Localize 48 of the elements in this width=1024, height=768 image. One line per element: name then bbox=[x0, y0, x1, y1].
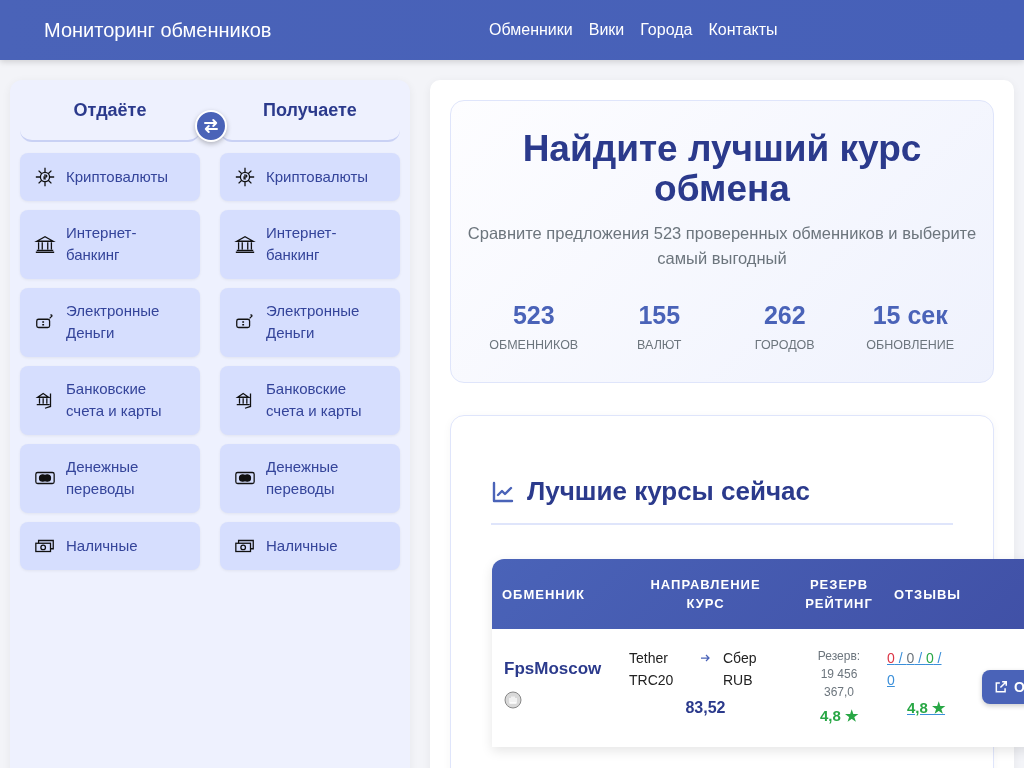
nav-link[interactable]: Контакты bbox=[708, 21, 778, 39]
stat-label: ГОРОДОВ bbox=[753, 338, 816, 352]
category-button[interactable]: Электронные Деньги bbox=[220, 288, 400, 357]
exchange-rate: 83,52 bbox=[684, 699, 727, 717]
reviews-link[interactable]: 0 / 0 / 0 / 0 bbox=[887, 647, 947, 691]
to-currency: Сбер RUB bbox=[723, 649, 758, 690]
column-header: РЕЗЕРВ РЕЙТИНГ bbox=[804, 576, 874, 613]
category-button[interactable]: Денежные переводы bbox=[220, 444, 400, 513]
hero-subtitle: Сравните предложения 523 проверенных обменников и выберите самый выгодный bbox=[466, 223, 978, 269]
category-button[interactable]: Криптовалюты bbox=[20, 153, 200, 201]
stat-value: 155 bbox=[637, 301, 682, 330]
stat-label: ВАЛЮТ bbox=[636, 338, 683, 352]
category-button[interactable]: Наличные bbox=[220, 522, 400, 570]
nav-link[interactable]: Города bbox=[640, 21, 693, 39]
stat-value: 15 сек bbox=[871, 301, 949, 330]
line-chart-icon bbox=[491, 479, 515, 504]
nav-link[interactable]: Вики bbox=[588, 21, 625, 39]
nav-link[interactable]: Обменники bbox=[489, 21, 573, 39]
stat-value: 523 bbox=[511, 301, 556, 330]
rating: 4,8 ★ bbox=[819, 707, 859, 725]
category-button[interactable]: Банковские счета и карты bbox=[220, 366, 400, 435]
swap-icon bbox=[202, 117, 220, 135]
from-currency: Tether TRC20 bbox=[629, 649, 675, 690]
stat-value: 262 bbox=[762, 301, 807, 330]
category-button[interactable]: Криптовалюты bbox=[220, 153, 400, 201]
section-title: Лучшие курсы сейчас bbox=[527, 476, 810, 507]
swap-button[interactable] bbox=[195, 110, 227, 142]
stat-label: ОБНОВЛЕНИЕ bbox=[865, 338, 956, 352]
hero-title: Найдите лучший курс обмена bbox=[521, 129, 923, 209]
arrow-right-icon bbox=[699, 652, 711, 664]
category-button[interactable]: Наличные bbox=[20, 522, 200, 570]
column-header: ОБМЕННИК bbox=[501, 585, 586, 604]
reserve-label: Резерв: bbox=[816, 648, 862, 665]
category-button[interactable]: Денежные переводы bbox=[20, 444, 200, 513]
bank-icon bbox=[234, 233, 256, 255]
column-header: НАПРАВЛЕНИЕ КУРС bbox=[649, 576, 762, 613]
category-button[interactable]: Интернет-банкинг bbox=[220, 210, 400, 279]
exchanger-name: FpsMoscow bbox=[504, 659, 603, 679]
site-title: Мониторинг обменников bbox=[44, 18, 273, 42]
category-button[interactable]: Интернет-банкинг bbox=[20, 210, 200, 279]
reserve-amount: 19 456 367,0 bbox=[819, 666, 859, 701]
stat-label: ОБМЕННИКОВ bbox=[488, 338, 580, 352]
category-button[interactable]: Электронные Деньги bbox=[20, 288, 200, 357]
category-button[interactable]: Банковские счета и карты bbox=[20, 366, 200, 435]
column-header: ОТЗЫВЫ bbox=[892, 585, 962, 604]
external-link-icon bbox=[994, 680, 1008, 694]
open-button[interactable]: О bbox=[982, 670, 1024, 704]
bank-icon bbox=[34, 233, 56, 255]
